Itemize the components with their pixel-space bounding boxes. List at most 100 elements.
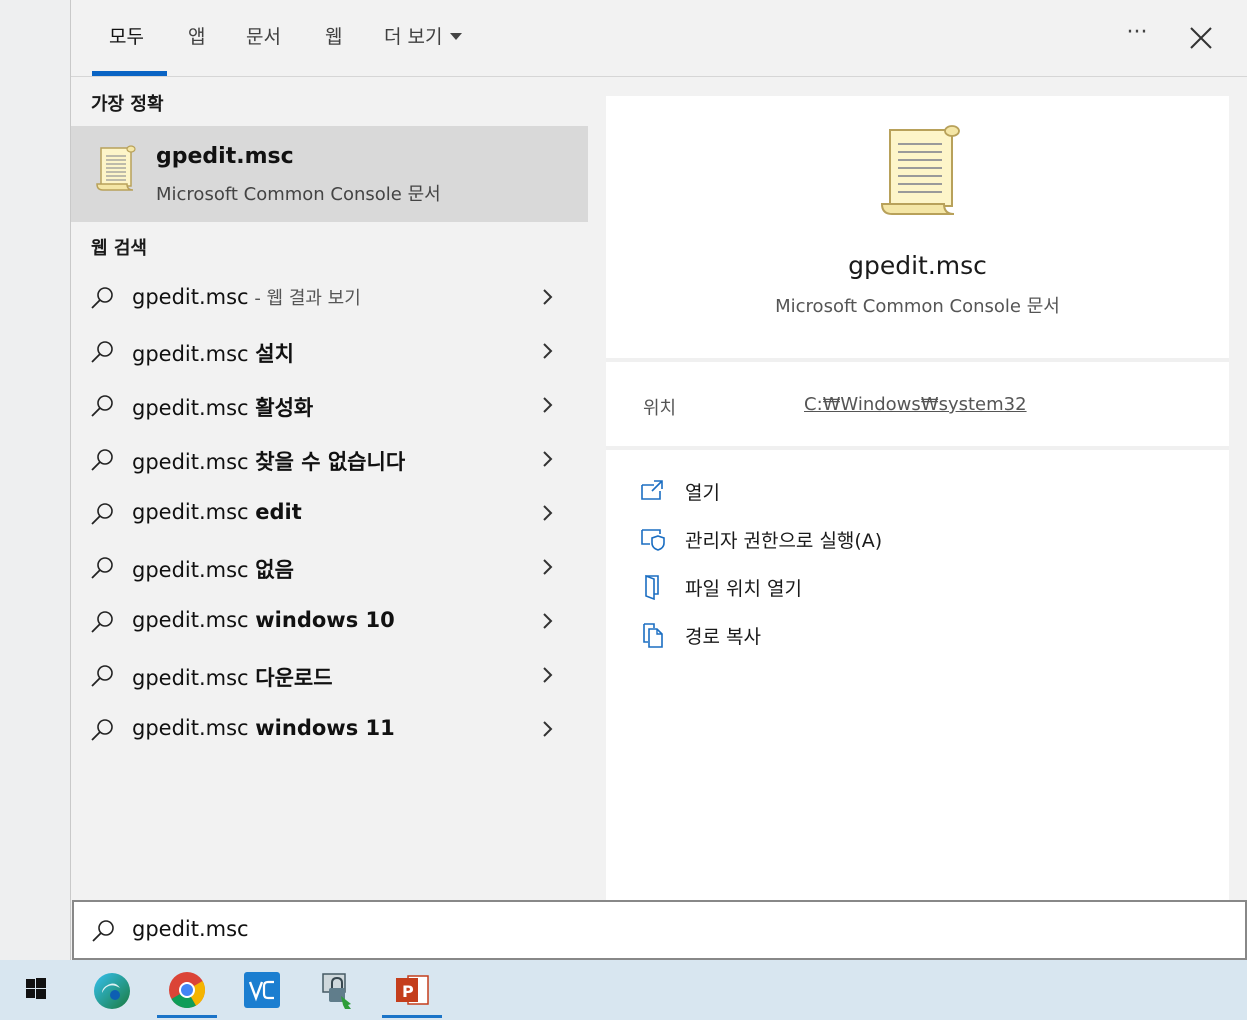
query-prefix: gpedit.msc <box>132 716 256 740</box>
taskbar-edge[interactable] <box>82 960 142 1020</box>
open-icon <box>641 480 663 500</box>
open-file-location-label: 파일 위치 열기 <box>685 578 802 600</box>
close-button[interactable] <box>1183 20 1219 56</box>
chevron-right-icon <box>543 343 553 359</box>
query-suggestion: 없음 <box>255 558 294 582</box>
chevron-right-icon <box>543 613 553 629</box>
more-options-button[interactable]: ··· <box>1119 18 1155 54</box>
vmware-icon <box>244 972 280 1008</box>
web-search-item[interactable]: gpedit.msc windows 10 <box>71 595 588 649</box>
msc-document-large-icon <box>880 125 960 215</box>
active-tab-indicator <box>92 71 167 76</box>
chevron-right-icon <box>543 667 553 683</box>
search-input[interactable] <box>132 917 1032 941</box>
close-icon <box>1190 27 1212 49</box>
results-list: 가장 정확 gpedit.msc Microsoft Common Consol… <box>71 78 588 900</box>
web-search-item[interactable]: gpedit.msc edit <box>71 487 588 541</box>
tab-web[interactable]: 웹 <box>325 22 342 52</box>
search-panel: 모두 앱 문서 웹 더 보기 ··· 가장 정확 gpedit.msc Micr… <box>70 0 1247 960</box>
web-search-header: 웹 검색 <box>91 238 147 259</box>
tab-all[interactable]: 모두 <box>109 22 144 52</box>
search-box[interactable] <box>72 900 1247 960</box>
query-suggestion: 다운로드 <box>255 666 333 690</box>
copy-path-icon <box>643 623 663 648</box>
search-icon <box>91 665 113 687</box>
query-prefix: gpedit.msc <box>132 558 256 582</box>
running-indicator <box>382 1015 442 1018</box>
chevron-right-icon <box>543 721 553 737</box>
tab-apps[interactable]: 앱 <box>188 22 205 52</box>
web-search-item[interactable]: gpedit.msc 찾을 수 없습니다 <box>71 433 588 487</box>
web-search-query: gpedit.msc 설치 <box>132 338 294 368</box>
chrome-icon <box>169 972 205 1009</box>
query-suggestion: windows 10 <box>255 608 395 632</box>
query-prefix: gpedit.msc <box>132 285 249 309</box>
preview-title: gpedit.msc <box>848 251 987 280</box>
svg-text:P: P <box>402 982 414 1001</box>
run-as-admin-icon <box>641 529 665 551</box>
copy-path-label: 경로 복사 <box>685 626 761 648</box>
tab-more-label: 더 보기 <box>384 26 443 48</box>
start-button[interactable] <box>5 960 65 1020</box>
web-search-item[interactable]: gpedit.msc 다운로드 <box>71 649 588 703</box>
search-icon <box>91 395 113 417</box>
caret-down-icon <box>450 33 463 40</box>
edge-icon <box>94 973 130 1009</box>
web-search-item[interactable]: gpedit.msc 설치 <box>71 325 588 379</box>
location-label: 위치 <box>643 398 677 419</box>
web-search-query: gpedit.msc edit <box>132 500 302 524</box>
search-icon <box>91 287 113 309</box>
query-prefix: gpedit.msc <box>132 608 256 632</box>
web-search-query: gpedit.msc 다운로드 <box>132 662 333 692</box>
best-match-result[interactable]: gpedit.msc Microsoft Common Console 문서 <box>71 126 588 222</box>
web-search-query: gpedit.msc windows 10 <box>132 608 395 632</box>
query-prefix: gpedit.msc <box>132 450 256 474</box>
query-suggestion: 찾을 수 없습니다 <box>255 450 406 474</box>
chevron-right-icon <box>543 289 553 305</box>
web-search-item[interactable]: gpedit.msc windows 11 <box>71 703 588 757</box>
web-search-query: gpedit.msc windows 11 <box>132 716 395 740</box>
query-prefix: gpedit.msc <box>132 500 256 524</box>
web-search-query: gpedit.msc - 웹 결과 보기 <box>132 284 361 310</box>
chevron-right-icon <box>543 505 553 521</box>
best-match-header: 가장 정확 <box>91 94 164 115</box>
divider <box>606 446 1229 450</box>
query-prefix: gpedit.msc <box>132 666 256 690</box>
search-icon <box>91 719 113 741</box>
chevron-right-icon <box>543 451 553 467</box>
divider <box>606 358 1229 362</box>
web-search-item[interactable]: gpedit.msc 활성화 <box>71 379 588 433</box>
tab-documents[interactable]: 문서 <box>246 22 281 52</box>
search-icon <box>91 341 113 363</box>
search-icon <box>91 611 113 633</box>
open-file-location-icon <box>645 574 659 600</box>
running-indicator <box>157 1015 217 1018</box>
run-as-admin-label: 관리자 권한으로 실행(A) <box>685 530 883 552</box>
tab-more[interactable]: 더 보기 <box>384 22 463 52</box>
web-search-query: gpedit.msc 없음 <box>132 554 294 584</box>
search-icon <box>91 557 113 579</box>
web-search-query: gpedit.msc 찾을 수 없습니다 <box>132 446 405 476</box>
web-search-item[interactable]: gpedit.msc - 웹 결과 보기 <box>71 271 588 325</box>
open-action-label: 열기 <box>685 482 720 504</box>
chevron-right-icon <box>543 397 553 413</box>
search-icon <box>92 920 114 942</box>
query-suggestion: windows 11 <box>255 716 395 740</box>
search-icon <box>91 449 113 471</box>
powerpoint-icon: P <box>396 975 429 1005</box>
search-icon <box>91 503 113 525</box>
preview-subtitle: Microsoft Common Console 문서 <box>775 296 1060 317</box>
location-link[interactable]: C:₩Windows₩system32 <box>804 394 1027 415</box>
chevron-right-icon <box>543 559 553 575</box>
query-prefix: gpedit.msc <box>132 396 256 420</box>
taskbar-vmware[interactable] <box>232 960 292 1020</box>
taskbar-powerpoint[interactable]: P <box>382 960 442 1020</box>
network-lock-icon <box>322 973 351 1009</box>
start-icon <box>26 978 46 999</box>
taskbar-chrome[interactable] <box>157 960 217 1020</box>
taskbar-network-lock[interactable] <box>307 960 367 1020</box>
web-search-item[interactable]: gpedit.msc 없음 <box>71 541 588 595</box>
query-suggestion: 설치 <box>255 342 294 366</box>
filter-tab-bar: 모두 앱 문서 웹 더 보기 ··· <box>71 0 1247 77</box>
best-match-subtitle: Microsoft Common Console 문서 <box>156 184 441 205</box>
